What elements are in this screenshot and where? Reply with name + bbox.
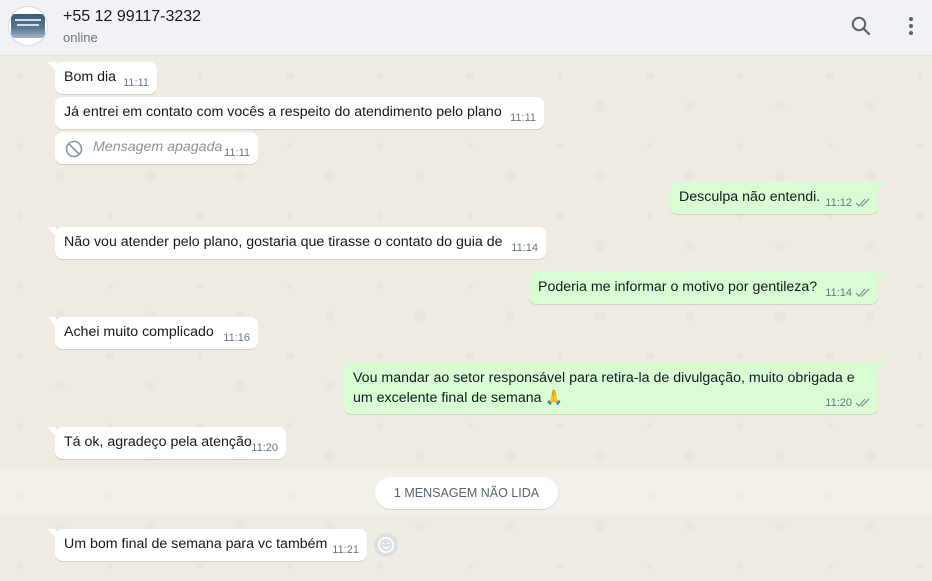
menu-icon[interactable] xyxy=(899,14,923,38)
message-text: Poderia me informar o motivo por gentile… xyxy=(538,279,818,295)
contact-avatar[interactable] xyxy=(8,6,48,46)
message-incoming[interactable]: Não vou atender pelo plano, gostaria que… xyxy=(48,227,546,259)
avatar-detail xyxy=(17,24,39,26)
message-time: 11:11 xyxy=(123,77,149,89)
avatar-image xyxy=(11,14,45,38)
message-incoming[interactable]: Bom dia 11:11 xyxy=(48,62,157,94)
message-text: Mensagem apagada xyxy=(93,139,223,155)
message-text: Já entrei em contato com vocês a respeit… xyxy=(64,104,502,120)
bubble-tail xyxy=(48,227,56,237)
read-ticks-icon xyxy=(855,198,870,207)
message-time: 11:14 xyxy=(825,287,852,299)
message-deleted[interactable]: Mensagem apagada 11:11 xyxy=(55,132,258,164)
read-ticks-icon xyxy=(855,398,870,407)
deleted-icon xyxy=(65,140,83,158)
message-text: Um bom final de semana para vc também xyxy=(64,536,328,552)
message-text: Vou mandar ao setor responsável para ret… xyxy=(353,370,855,386)
message-time: 11:20 xyxy=(251,442,278,454)
bubble-tail xyxy=(48,62,56,72)
message-incoming[interactable]: Achei muito complicado 11:16 xyxy=(48,317,258,349)
chat-header: +55 12 99117-3232 online xyxy=(0,0,932,56)
unread-badge: 1 MENSAGEM NÃO LIDA xyxy=(375,477,558,509)
message-time: 11:11 xyxy=(510,112,536,124)
message-text: Desculpa não entendi. xyxy=(679,189,821,205)
bubble-tail xyxy=(877,362,885,372)
message-text: Achei muito complicado xyxy=(64,324,214,340)
contact-status: online xyxy=(63,30,98,45)
message-text-line2: um excelente final de semana 🙏 xyxy=(353,390,564,406)
message-incoming[interactable]: Já entrei em contato com vocês a respeit… xyxy=(55,97,544,129)
read-ticks-icon xyxy=(855,288,870,297)
message-time: 11:21 xyxy=(332,544,359,556)
message-outgoing[interactable]: Poderia me informar o motivo por gentile… xyxy=(529,272,885,304)
chat-area: Bom dia 11:11 Já entrei em contato com v… xyxy=(0,56,932,581)
message-time: 11:16 xyxy=(223,332,250,344)
bubble-tail xyxy=(877,272,885,282)
bubble-tail xyxy=(48,317,56,327)
search-icon[interactable] xyxy=(849,14,873,38)
message-time: 11:20 xyxy=(825,397,852,409)
message-incoming[interactable]: Um bom final de semana para vc também 11… xyxy=(48,529,367,561)
emoji-reaction-button[interactable] xyxy=(374,533,398,557)
message-text: Não vou atender pelo plano, gostaria que… xyxy=(64,234,503,250)
message-text: Tá ok, agradeço pela atenção xyxy=(64,434,252,450)
bubble-tail xyxy=(48,529,56,539)
contact-name[interactable]: +55 12 99117-3232 xyxy=(63,8,201,26)
message-text: Bom dia xyxy=(64,69,117,85)
message-time: 11:12 xyxy=(825,197,852,209)
smiley-icon xyxy=(378,537,394,553)
message-outgoing[interactable]: Desculpa não entendi. 11:12 xyxy=(670,182,885,214)
bubble-tail xyxy=(48,427,56,437)
bubble-tail xyxy=(877,182,885,192)
message-time: 11:11 xyxy=(224,147,250,159)
message-incoming[interactable]: Tá ok, agradeço pela atenção 11:20 xyxy=(48,427,286,459)
message-outgoing[interactable]: Vou mandar ao setor responsável para ret… xyxy=(344,362,885,414)
message-time: 11:14 xyxy=(511,242,538,254)
avatar-detail xyxy=(15,19,41,21)
